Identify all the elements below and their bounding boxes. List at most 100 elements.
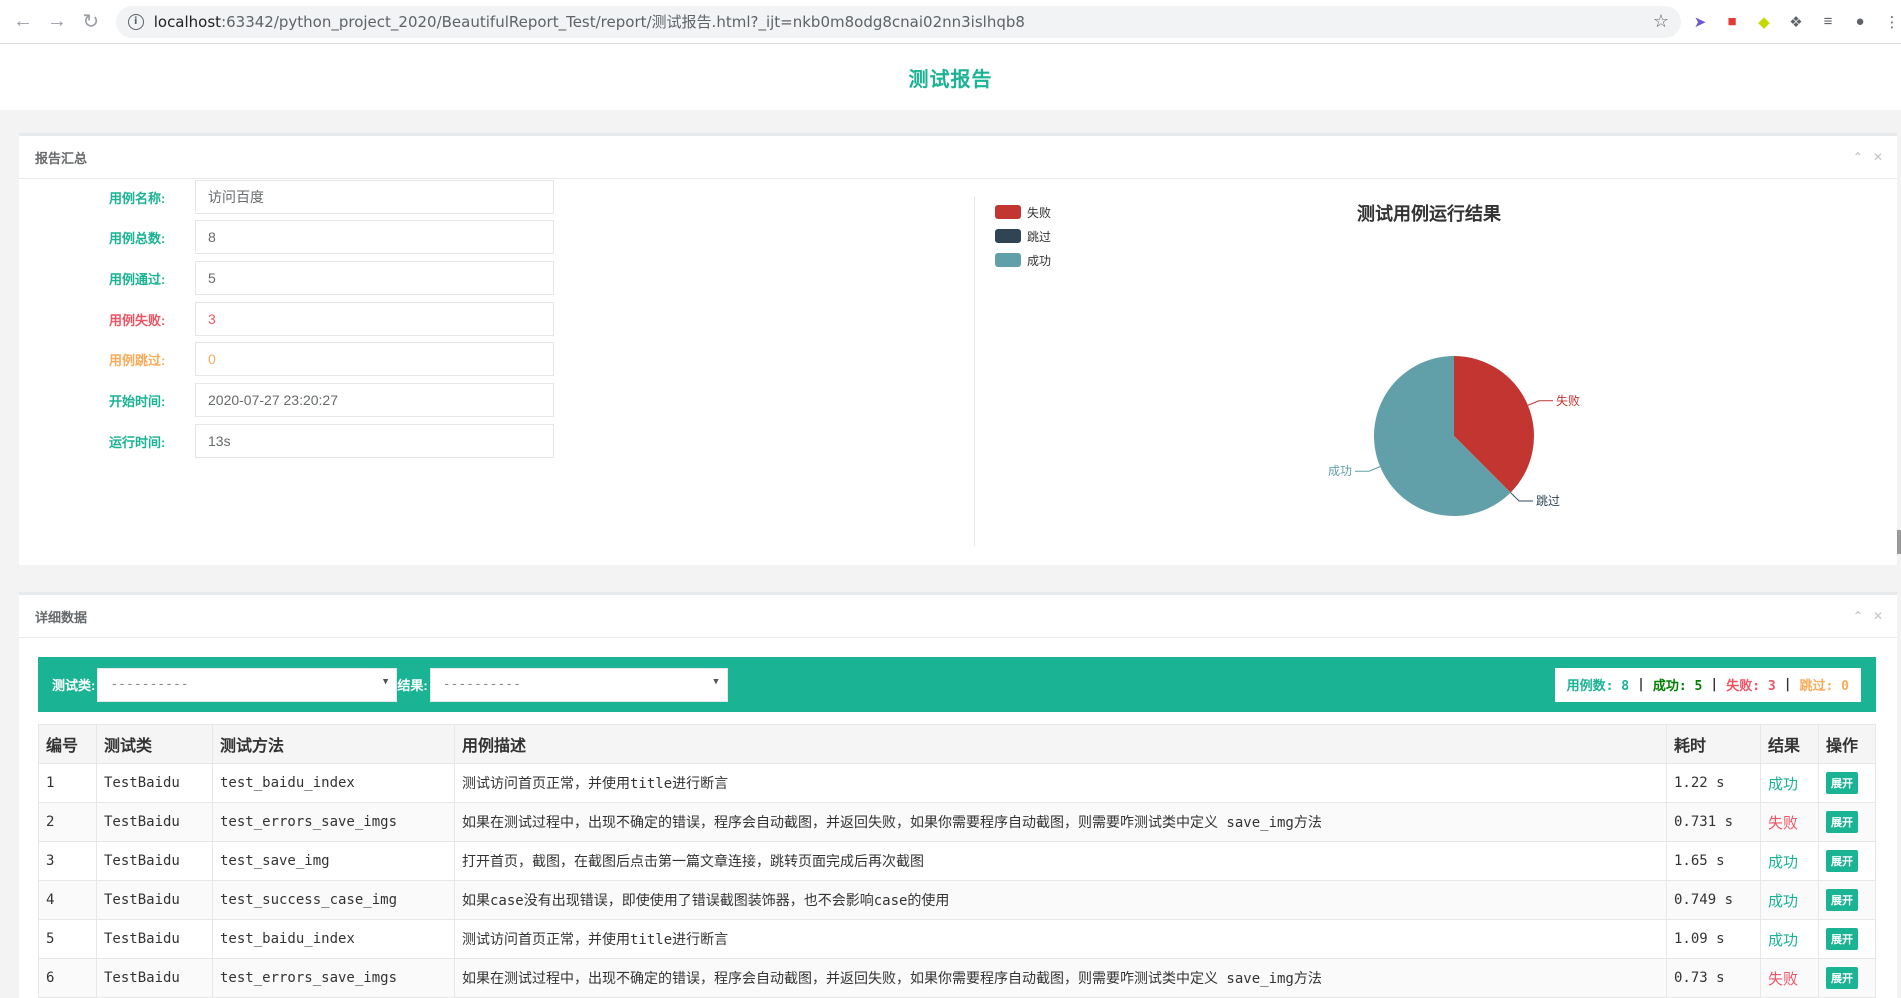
cell-desc: 如果case没有出现错误，即使使用了错误截图装饰器，也不会影响case的使用 <box>454 880 1667 920</box>
legend-item-fail[interactable]: 失败 <box>995 200 1051 224</box>
collapse-icon[interactable]: ⌃ <box>1853 609 1863 623</box>
class-filter-select[interactable]: ---------- ▼ <box>97 667 398 702</box>
cell-desc: 打开首页，截图，在截图后点击第一篇文章连接，跳转页面完成后再次截图 <box>454 841 1667 881</box>
cell-no: 6 <box>38 958 97 998</box>
table-row: 6 TestBaidu test_errors_save_imgs 如果在测试过程中，… <box>38 958 1876 998</box>
expand-button[interactable]: 展开 <box>1826 967 1858 989</box>
cell-time: 1.09 s <box>1666 919 1761 959</box>
chart-legend: 失败 跳过 成功 <box>995 200 1051 272</box>
stats-pass: 成功: 5 <box>1652 679 1703 694</box>
stats-separator: | <box>1710 677 1719 692</box>
pie-leader-line-0 <box>1527 400 1553 406</box>
table-header-row: 编号 测试类 测试方法 用例描述 耗时 结果 操作 <box>38 724 1876 764</box>
legend-label-fail: 失败 <box>1027 205 1052 220</box>
url-text: localhost:63342/python_project_2020/Beau… <box>153 13 1025 31</box>
cell-time: 0.749 s <box>1666 880 1761 920</box>
cell-desc: 如果在测试过程中，出现不确定的错误，程序会自动截图，并返回失败，如果你需要程序自… <box>454 802 1667 842</box>
legend-item-skip[interactable]: 跳过 <box>995 224 1051 248</box>
cell-cls: TestBaidu <box>96 802 213 842</box>
result-filter-value: ---------- <box>442 677 521 692</box>
cell-time: 0.731 s <box>1666 802 1761 842</box>
cell-action: 展开 <box>1818 841 1876 881</box>
legend-swatch-skip <box>995 229 1021 243</box>
cell-no: 5 <box>38 919 97 959</box>
cell-method: test_success_case_img <box>212 880 455 920</box>
collapse-icon[interactable]: ⌃ <box>1853 150 1863 164</box>
cell-result: 成功 <box>1760 841 1819 881</box>
browser-menu-icon[interactable]: ⋮ <box>1883 13 1901 31</box>
chart-title: 测试用例运行结果 <box>1357 204 1501 224</box>
summary-panel-header: 报告汇总 ⌃ ✕ <box>19 136 1897 179</box>
close-icon[interactable]: ✕ <box>1873 609 1883 623</box>
cell-no: 4 <box>38 880 97 920</box>
start-time-label: 开始时间: <box>109 393 166 409</box>
result-filter-select[interactable]: ---------- ▼ <box>429 667 728 702</box>
pie-leader-line-1 <box>1510 492 1534 502</box>
address-bar[interactable]: i localhost:63342/python_project_2020/Be… <box>115 5 1681 38</box>
col-header-method[interactable]: 测试方法 <box>212 724 455 764</box>
cell-cls: TestBaidu <box>96 763 213 803</box>
case-name-label: 用例名称: <box>109 190 166 206</box>
result-filter-label: 结果: <box>397 678 428 693</box>
cell-cls: TestBaidu <box>96 919 213 959</box>
back-icon[interactable]: ← <box>8 7 38 37</box>
detail-table: 编号 测试类 测试方法 用例描述 耗时 结果 操作 1 TestBaidu test… <box>38 724 1876 998</box>
expand-button[interactable]: 展开 <box>1826 889 1858 911</box>
detail-panel-header: 详细数据 ⌃ ✕ <box>19 595 1897 638</box>
cell-cls: TestBaidu <box>96 958 213 998</box>
stats-separator: | <box>1783 677 1792 692</box>
filter-bar: 测试类: ---------- ▼ 结果: ---------- ▼ 用例数: … <box>38 657 1876 712</box>
col-header-class[interactable]: 测试类 <box>96 724 213 764</box>
scrollbar-thumb[interactable] <box>1897 530 1901 554</box>
extensions-puzzle-icon[interactable]: ❖ <box>1787 13 1805 31</box>
case-total-label: 用例总数: <box>109 230 166 246</box>
case-name-value: 访问百度 <box>195 180 554 214</box>
cell-time: 0.73 s <box>1666 958 1761 998</box>
cell-no: 1 <box>38 763 97 803</box>
close-icon[interactable]: ✕ <box>1873 150 1883 164</box>
cell-action: 展开 <box>1818 919 1876 959</box>
expand-button[interactable]: 展开 <box>1826 811 1858 833</box>
cell-no: 2 <box>38 802 97 842</box>
table-row: 3 TestBaidu test_save_img 打开首页，截图，在截图后点击第一篇… <box>38 841 1876 881</box>
col-header-no[interactable]: 编号 <box>38 724 97 764</box>
col-header-time[interactable]: 耗时 <box>1666 724 1761 764</box>
cell-time: 1.65 s <box>1666 841 1761 881</box>
cell-action: 展开 <box>1818 802 1876 842</box>
extension-cube-icon[interactable]: ■ <box>1723 13 1741 31</box>
pie-leader-line-2 <box>1355 466 1381 472</box>
cell-action: 展开 <box>1818 763 1876 803</box>
stats-total: 用例数: 8 <box>1566 679 1630 694</box>
cell-action: 展开 <box>1818 880 1876 920</box>
col-header-action: 操作 <box>1818 724 1876 764</box>
forward-icon[interactable]: → <box>42 7 72 37</box>
extension-cursor-icon[interactable]: ➤ <box>1691 13 1709 31</box>
cell-result: 失败 <box>1760 958 1819 998</box>
site-info-icon[interactable]: i <box>127 13 144 30</box>
extension-leaf-icon[interactable]: ◆ <box>1755 13 1773 31</box>
cell-cls: TestBaidu <box>96 880 213 920</box>
expand-button[interactable]: 展开 <box>1826 928 1858 950</box>
cell-no: 3 <box>38 841 97 881</box>
case-skip-label: 用例跳过: <box>109 352 166 368</box>
legend-item-pass[interactable]: 成功 <box>995 248 1051 272</box>
cell-result: 成功 <box>1760 880 1819 920</box>
expand-button[interactable]: 展开 <box>1826 772 1858 794</box>
cell-cls: TestBaidu <box>96 841 213 881</box>
cell-method: test_baidu_index <box>212 919 455 959</box>
cell-result: 成功 <box>1760 919 1819 959</box>
profile-avatar-icon[interactable]: ● <box>1851 13 1869 31</box>
reload-icon[interactable]: ↻ <box>76 7 106 37</box>
case-pass-value: 5 <box>195 261 554 295</box>
start-time-value: 2020-07-27 23:20:27 <box>195 383 554 417</box>
class-filter-value: ---------- <box>110 677 189 692</box>
summary-panel: 报告汇总 ⌃ ✕ 用例名称: 访问百度 用例总数: 8 用例通过: 5 用例失败… <box>19 133 1897 565</box>
col-header-result[interactable]: 结果 <box>1760 724 1819 764</box>
pie-chart: 失败跳过 成功 <box>1328 356 1580 516</box>
bookmark-star-icon[interactable]: ☆ <box>1653 11 1669 32</box>
col-header-desc[interactable]: 用例描述 <box>454 724 1667 764</box>
expand-button[interactable]: 展开 <box>1826 850 1858 872</box>
pie-label-2: 成功 <box>1328 464 1352 478</box>
detail-panel: 详细数据 ⌃ ✕ 测试类: ---------- ▼ 结果: ---------… <box>19 592 1897 998</box>
reading-list-icon[interactable]: ≡ <box>1819 13 1837 31</box>
